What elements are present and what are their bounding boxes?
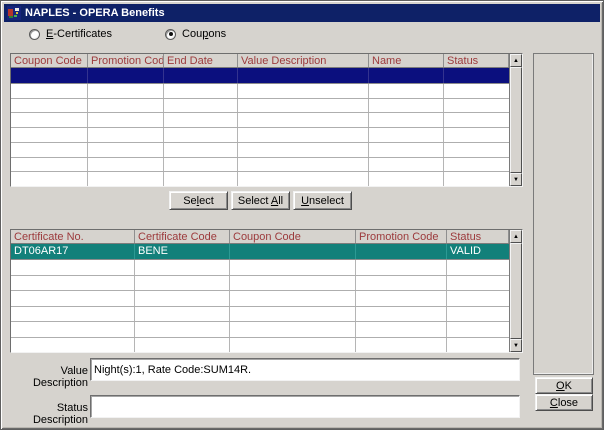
arrow-down-icon: ▼ bbox=[513, 343, 519, 349]
certificate-code-cell: BENE bbox=[135, 244, 230, 259]
table-row[interactable] bbox=[11, 113, 509, 128]
status-cell: VALID bbox=[447, 244, 509, 259]
certificates-table: Certificate No. Certificate Code Coupon … bbox=[10, 229, 523, 353]
arrow-up-icon: ▲ bbox=[513, 234, 519, 240]
arrow-up-icon: ▲ bbox=[513, 58, 519, 64]
table-row[interactable] bbox=[11, 158, 509, 173]
column-header: Value Description bbox=[238, 54, 369, 67]
certificates-table-header: Certificate No. Certificate Code Coupon … bbox=[11, 230, 509, 244]
window-title: NAPLES - OPERA Benefits bbox=[25, 7, 165, 19]
scroll-down-button[interactable]: ▼ bbox=[510, 339, 522, 352]
cell bbox=[11, 68, 88, 83]
ok-button[interactable]: OK bbox=[535, 377, 593, 394]
unselect-button[interactable]: Unselect bbox=[293, 191, 352, 210]
scroll-down-button[interactable]: ▼ bbox=[510, 173, 522, 186]
table-row[interactable] bbox=[11, 143, 509, 158]
table-row[interactable] bbox=[11, 276, 509, 292]
coupons-table-header: Coupon Code Promotion Code End Date Valu… bbox=[11, 54, 509, 68]
vertical-scrollbar[interactable]: ▲ ▼ bbox=[509, 230, 522, 352]
column-header: Name bbox=[369, 54, 444, 67]
column-header: Promotion Code bbox=[356, 230, 447, 243]
column-header: Status bbox=[444, 54, 509, 67]
table-row[interactable] bbox=[11, 307, 509, 323]
radio-label-coupons: Coupons bbox=[182, 28, 226, 40]
radio-circle-e-certificates bbox=[29, 29, 40, 40]
window-titlebar[interactable]: NAPLES - OPERA Benefits bbox=[4, 4, 600, 22]
close-button[interactable]: Close bbox=[535, 394, 593, 411]
coupon-code-cell bbox=[230, 244, 356, 259]
radio-e-certificates[interactable]: E-Certificates bbox=[29, 28, 112, 40]
table-row[interactable] bbox=[11, 260, 509, 276]
select-button[interactable]: Select bbox=[169, 191, 228, 210]
column-header: Certificate Code bbox=[135, 230, 230, 243]
table-row[interactable] bbox=[11, 322, 509, 338]
select-all-button[interactable]: Select All bbox=[231, 191, 290, 210]
table-row[interactable] bbox=[11, 291, 509, 307]
column-header: Coupon Code bbox=[230, 230, 356, 243]
column-header: End Date bbox=[164, 54, 238, 67]
value-description-label: Value Description bbox=[5, 365, 88, 389]
column-header: Status bbox=[447, 230, 509, 243]
scroll-up-button[interactable]: ▲ bbox=[510, 54, 522, 67]
certificate-no-cell: DT06AR17 bbox=[11, 244, 135, 259]
table-row-selected[interactable]: DT06AR17 BENE VALID bbox=[11, 244, 509, 260]
cell bbox=[369, 68, 444, 83]
table-row[interactable] bbox=[11, 84, 509, 99]
table-row-selected[interactable] bbox=[11, 68, 509, 84]
scrollbar-thumb[interactable] bbox=[510, 243, 522, 339]
table-row[interactable] bbox=[11, 128, 509, 143]
table-row[interactable] bbox=[11, 338, 509, 353]
radio-label-e-certificates: E-Certificates bbox=[46, 28, 112, 40]
opera-benefits-window: NAPLES - OPERA Benefits E-Certificates C… bbox=[0, 0, 604, 430]
table-row[interactable] bbox=[11, 172, 509, 186]
benefit-type-radios: E-Certificates Coupons bbox=[29, 28, 226, 40]
arrow-down-icon: ▼ bbox=[513, 177, 519, 183]
column-header: Coupon Code bbox=[11, 54, 88, 67]
status-description-label: Status Description bbox=[5, 402, 88, 426]
selection-buttons: Select Select All Unselect bbox=[169, 191, 352, 210]
cell bbox=[444, 68, 509, 83]
status-description-input[interactable] bbox=[90, 395, 520, 418]
app-icon bbox=[7, 6, 21, 20]
cell bbox=[238, 68, 369, 83]
cell bbox=[164, 68, 238, 83]
scroll-up-button[interactable]: ▲ bbox=[510, 230, 522, 243]
radio-circle-coupons bbox=[165, 29, 176, 40]
scrollbar-thumb[interactable] bbox=[510, 67, 522, 173]
value-description-input[interactable] bbox=[90, 358, 520, 381]
radio-coupons[interactable]: Coupons bbox=[165, 28, 226, 40]
vertical-scrollbar[interactable]: ▲ ▼ bbox=[509, 54, 522, 186]
cell bbox=[88, 68, 164, 83]
footer-buttons: OK Close bbox=[535, 377, 593, 411]
table-row[interactable] bbox=[11, 99, 509, 114]
column-header: Promotion Code bbox=[88, 54, 164, 67]
side-panel bbox=[533, 53, 594, 375]
coupons-table: Coupon Code Promotion Code End Date Valu… bbox=[10, 53, 523, 187]
column-header: Certificate No. bbox=[11, 230, 135, 243]
promotion-code-cell bbox=[356, 244, 447, 259]
